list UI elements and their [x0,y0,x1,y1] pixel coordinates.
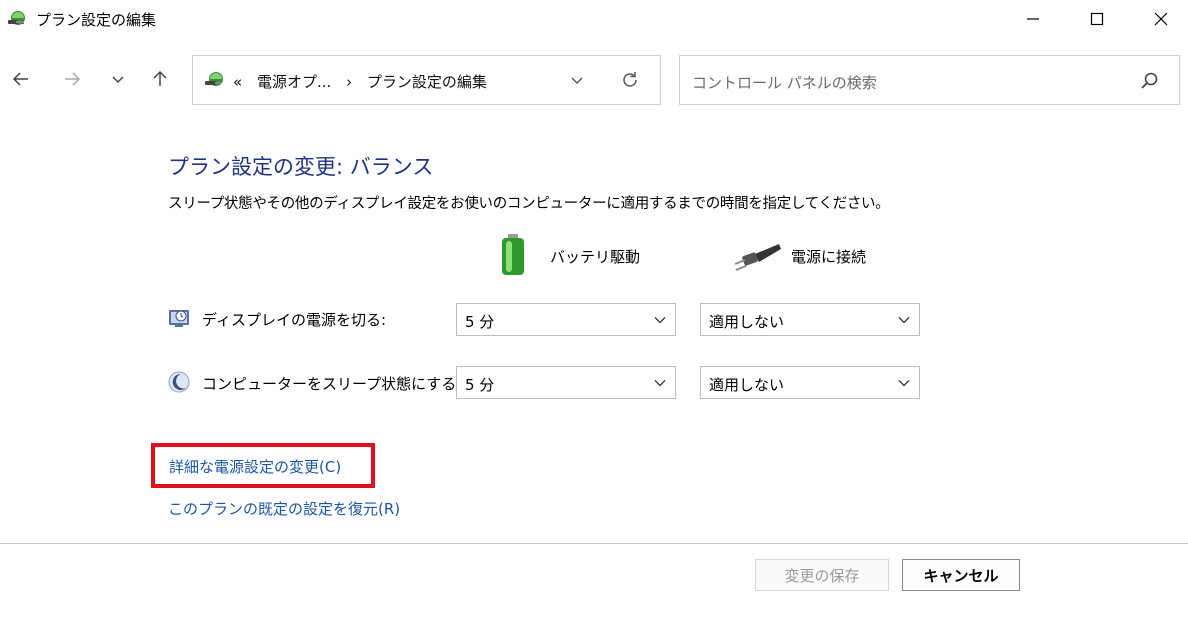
battery-icon [502,234,524,275]
title-bar: プラン設定の編集 [0,0,1188,38]
advanced-power-settings-link[interactable]: 詳細な電源設定の変更(C) [169,456,341,477]
plugged-column-label: 電源に接続 [791,248,867,266]
address-overflow[interactable]: « [233,73,242,91]
cancel-button[interactable]: キャンセル [902,559,1020,591]
minimize-button[interactable] [1004,0,1062,38]
back-button[interactable] [6,64,36,94]
chevron-down-icon [112,76,124,84]
arrow-up-icon [153,70,167,86]
chevron-down-icon [898,380,910,387]
maximize-button[interactable] [1068,0,1126,38]
sleep-plugged-value: 適用しない [709,376,785,394]
chevron-down-icon [654,317,666,324]
recent-locations-button[interactable] [103,64,133,94]
forward-button[interactable] [57,64,87,94]
navigation-bar: « 電源オプ... › プラン設定の編集 コントロール パネルの検索 [0,52,1188,108]
sleep-moon-icon [168,371,190,393]
search-placeholder: コントロール パネルの検索 [692,74,877,92]
chevron-down-icon [898,317,910,324]
sleep-battery-value: 5 分 [465,376,495,394]
display-clock-icon [169,310,189,327]
close-button[interactable] [1132,0,1188,38]
battery-column-label: バッテリ駆動 [550,248,641,266]
display-off-plugged-value: 適用しない [709,313,785,331]
sleep-battery-select[interactable]: 5 分 [456,366,676,399]
maximize-icon [1090,12,1104,26]
address-bar[interactable]: « 電源オプ... › プラン設定の編集 [192,55,661,105]
display-off-plugged-select[interactable]: 適用しない [700,303,920,336]
breadcrumb-separator[interactable]: › [346,73,352,91]
chevron-down-icon[interactable] [567,70,587,90]
arrow-right-icon [65,72,81,86]
minimize-icon [1027,18,1039,20]
power-options-icon [205,72,223,86]
arrow-left-icon [12,72,28,86]
display-off-battery-select[interactable]: 5 分 [456,303,676,336]
breadcrumb-edit-plan[interactable]: プラン設定の編集 [367,73,487,91]
page-description: スリープ状態やその他のディスプレイ設定をお使いのコンピューターに適用するまでの時… [168,196,890,212]
page-title: プラン設定の変更: バランス [168,155,434,179]
chevron-down-icon [654,380,666,387]
close-icon [1154,12,1168,26]
up-button[interactable] [145,64,175,94]
restore-defaults-link[interactable]: このプランの既定の設定を復元(R) [168,498,400,519]
footer-divider [0,543,1188,544]
display-off-battery-value: 5 分 [465,313,495,331]
refresh-icon[interactable] [619,69,641,91]
power-plug-icon [734,244,781,271]
breadcrumb-power-options[interactable]: 電源オプ... [257,73,331,91]
search-icon[interactable] [1139,70,1161,92]
sleep-plugged-select[interactable]: 適用しない [700,366,920,399]
sleep-label: コンピューターをスリープ状態にする: [202,375,462,393]
save-changes-button[interactable]: 変更の保存 [755,559,889,591]
display-off-label: ディスプレイの電源を切る: [202,311,387,329]
power-options-icon [8,11,25,25]
window-title: プラン設定の編集 [36,11,157,29]
search-box[interactable]: コントロール パネルの検索 [679,55,1180,105]
